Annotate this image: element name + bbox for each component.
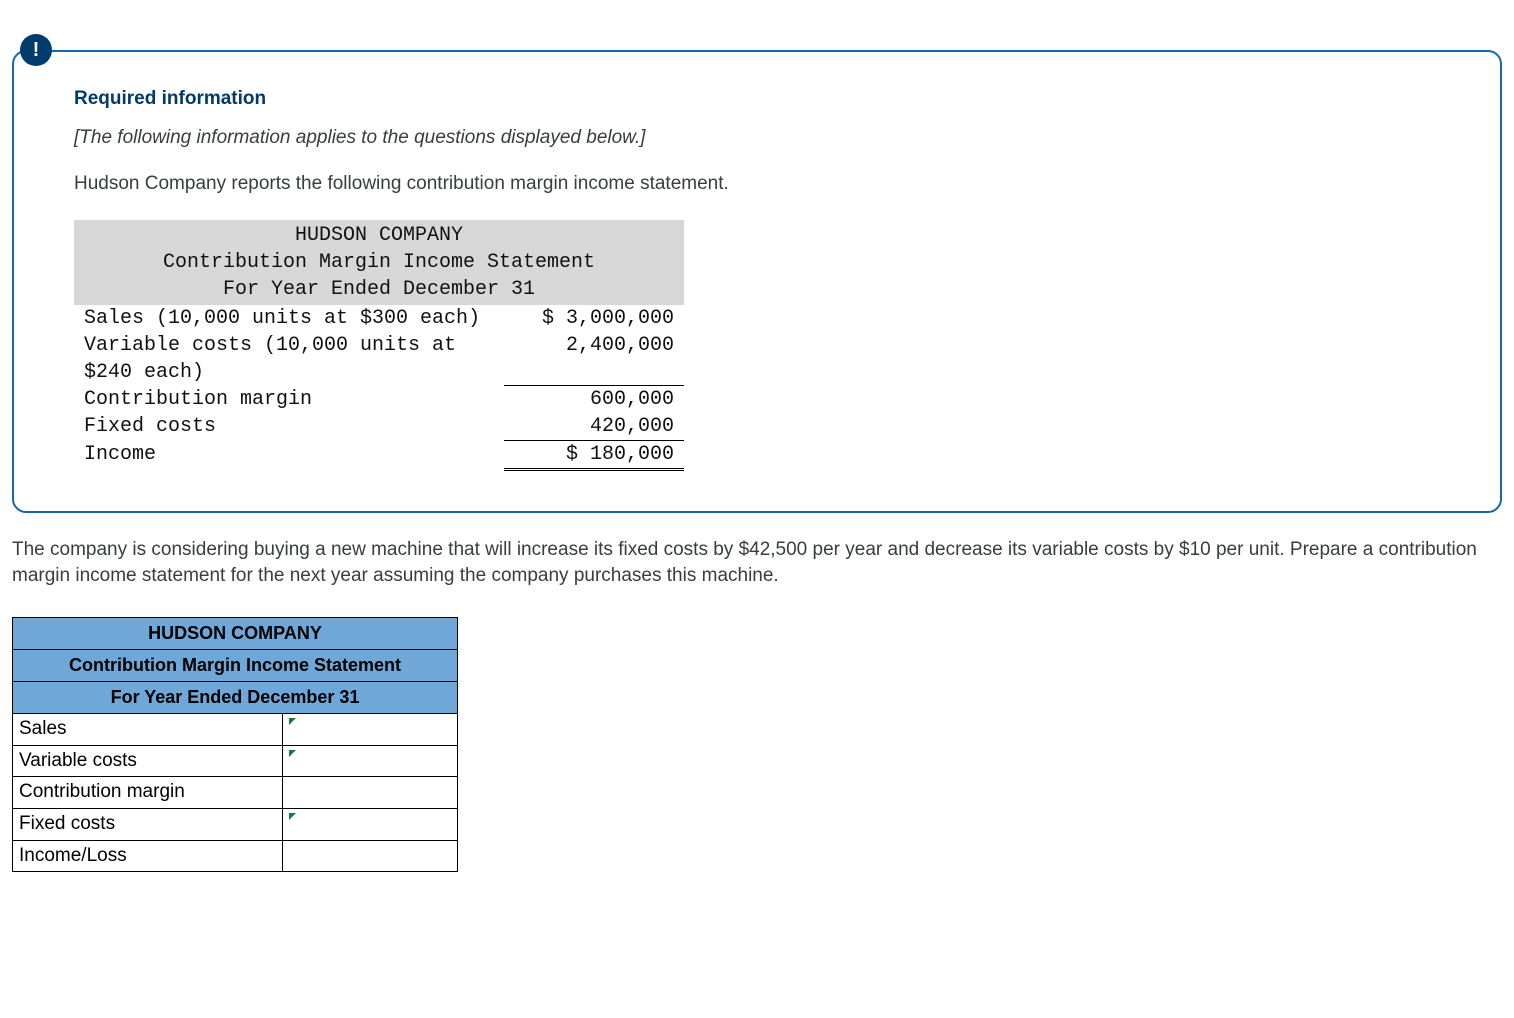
required-information-heading: Required information — [74, 86, 1450, 113]
answer-row-label: Sales — [13, 714, 283, 746]
answer-input-fixed-costs[interactable] — [283, 808, 458, 840]
answer-row-label: Income/Loss — [13, 840, 283, 872]
info-box: Required information [The following info… — [12, 50, 1502, 513]
income-row-label: Variable costs (10,000 units at $240 eac… — [74, 332, 504, 386]
income-row: Income $ 180,000 — [74, 441, 684, 470]
answer-output-income-loss — [283, 840, 458, 872]
income-company: HUDSON COMPANY — [84, 222, 674, 249]
applies-note: [The following information applies to th… — [74, 125, 1450, 152]
income-row: Contribution margin 600,000 — [74, 386, 684, 414]
income-row-amount: 420,000 — [504, 413, 684, 441]
answer-title: Contribution Margin Income Statement — [13, 649, 458, 681]
answer-row: Income/Loss — [13, 840, 458, 872]
income-row: Variable costs (10,000 units at $240 eac… — [74, 332, 684, 386]
income-row: Sales (10,000 units at $300 each) $ 3,00… — [74, 305, 684, 332]
answer-row-label: Fixed costs — [13, 808, 283, 840]
answer-table: HUDSON COMPANY Contribution Margin Incom… — [12, 617, 458, 873]
income-row-label: Fixed costs — [74, 413, 504, 441]
answer-output-contribution-margin — [283, 777, 458, 809]
info-badge-icon: ! — [20, 34, 52, 66]
required-information-section: ! Required information [The following in… — [12, 50, 1502, 513]
income-row-amount: 600,000 — [504, 386, 684, 414]
answer-row-label: Contribution margin — [13, 777, 283, 809]
income-row-amount: 2,400,000 — [504, 332, 684, 386]
income-row: Fixed costs 420,000 — [74, 413, 684, 441]
income-title: Contribution Margin Income Statement — [84, 249, 674, 276]
income-row-amount: $ 3,000,000 — [504, 305, 684, 332]
income-row-label: Contribution margin — [74, 386, 504, 414]
income-row-amount: $ 180,000 — [504, 441, 684, 470]
income-statement-table: HUDSON COMPANY Contribution Margin Incom… — [74, 220, 684, 472]
answer-input-variable-costs[interactable] — [283, 745, 458, 777]
intro-text: Hudson Company reports the following con… — [74, 171, 1450, 198]
income-period: For Year Ended December 31 — [84, 276, 674, 303]
answer-period: For Year Ended December 31 — [13, 681, 458, 713]
answer-row: Fixed costs — [13, 808, 458, 840]
answer-company: HUDSON COMPANY — [13, 617, 458, 649]
income-row-label: Sales (10,000 units at $300 each) — [74, 305, 504, 332]
answer-row: Contribution margin — [13, 777, 458, 809]
income-statement-header: HUDSON COMPANY Contribution Margin Incom… — [74, 220, 684, 305]
income-row-label: Income — [74, 441, 504, 470]
answer-input-sales[interactable] — [283, 714, 458, 746]
answer-row: Variable costs — [13, 745, 458, 777]
question-text: The company is considering buying a new … — [12, 537, 1502, 588]
answer-row: Sales — [13, 714, 458, 746]
answer-row-label: Variable costs — [13, 745, 283, 777]
